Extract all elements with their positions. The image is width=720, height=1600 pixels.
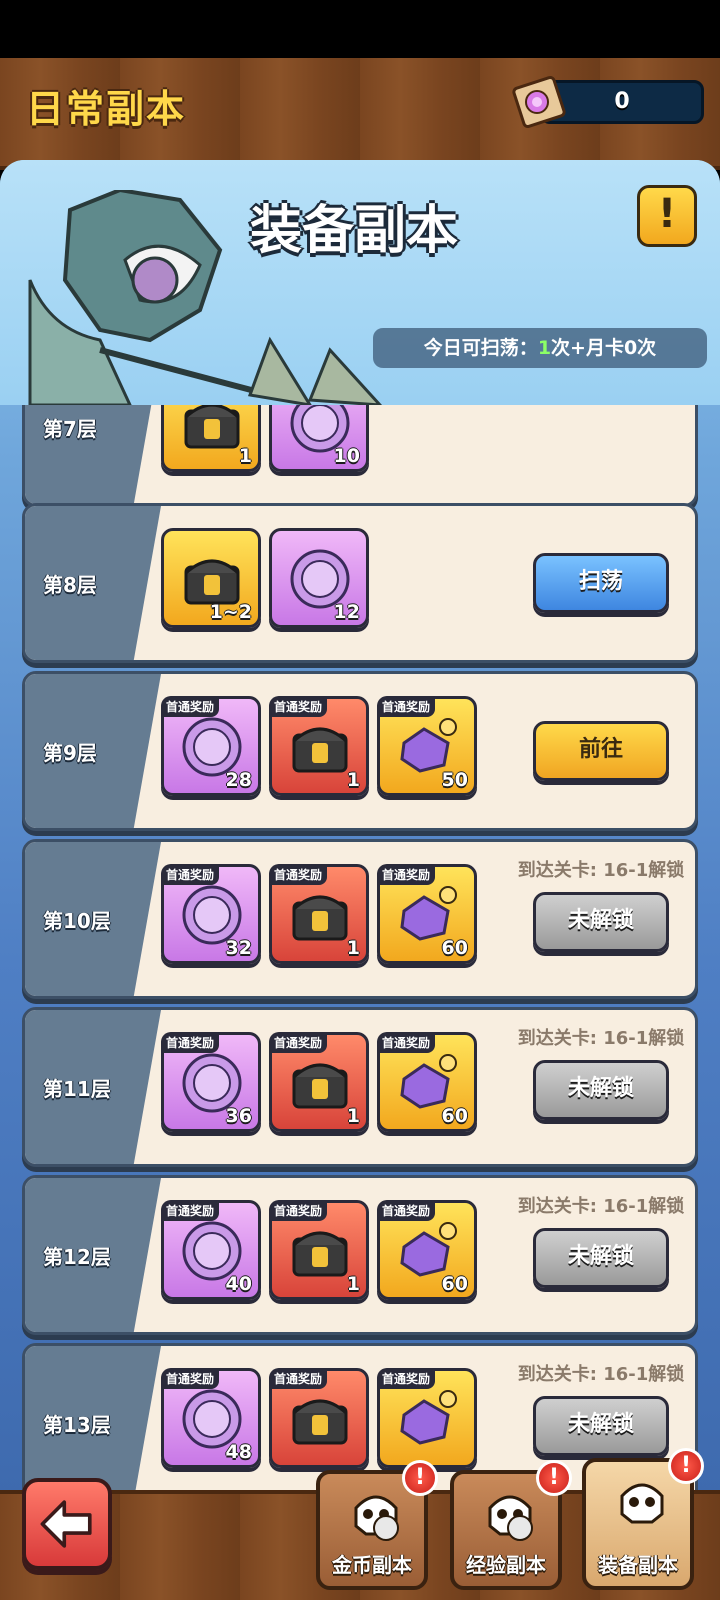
floor-row: 第12层 首通奖励 40 首通奖励 1 首通奖励 60 到达关卡: 16-1解锁未解锁: [22, 1175, 698, 1335]
reward-item[interactable]: 1~2: [161, 528, 261, 628]
status-bar: [0, 0, 720, 58]
reward-item[interactable]: 首通奖励 1: [269, 696, 369, 796]
floor-row: 第11层 首通奖励 36 首通奖励 1 首通奖励 60 到达关卡: 16-1解锁未解锁: [22, 1007, 698, 1167]
first-clear-tag: 首通奖励: [161, 1032, 220, 1053]
sweep-count: 1: [537, 337, 552, 359]
first-clear-tag: 首通奖励: [269, 696, 328, 717]
reward-count: 1: [346, 1105, 360, 1127]
page-title: 日常副本: [26, 87, 187, 131]
reward-item[interactable]: 首通奖励 40: [161, 1200, 261, 1300]
first-clear-tag: 首通奖励: [269, 864, 328, 885]
reward-count: 1~2: [209, 601, 252, 623]
floor-row: 第10层 首通奖励 32 首通奖励 1 首通奖励 60 到达关卡: 16-1解锁未解锁: [22, 839, 698, 999]
first-clear-tag: 首通奖励: [377, 864, 436, 885]
sweep-count-info: 今日可扫荡：1次+月卡0次: [373, 328, 707, 368]
reward-item[interactable]: 首通奖励 60: [377, 864, 477, 964]
reward-item[interactable]: 首通奖励 60: [377, 1200, 477, 1300]
first-clear-tag: 首通奖励: [161, 864, 220, 885]
floor-row: 第9层 首通奖励 28 首通奖励 1 首通奖励 50 前往: [22, 671, 698, 831]
sweep-button[interactable]: 扫荡: [533, 553, 669, 613]
reward-item[interactable]: 12: [269, 528, 369, 628]
unlock-requirement: 到达关卡: 16-1解锁: [517, 1028, 685, 1049]
tab-equipment-dungeon-label: 装备副本: [598, 1553, 678, 1577]
info-button[interactable]: !: [637, 185, 697, 247]
goto-button[interactable]: 前往: [533, 721, 669, 781]
unlock-requirement: 到达关卡: 16-1解锁: [517, 860, 685, 881]
floor-list[interactable]: 第7层 1 10 第8层 1~2 12 扫荡 第9层 首通奖励 28 首通奖励 1 首通奖励 50 前往 第1…: [0, 405, 720, 1500]
first-clear-tag: 首通奖励: [161, 1368, 220, 1389]
reward-item[interactable]: 首通奖励 1: [269, 864, 369, 964]
first-clear-tag: 首通奖励: [377, 696, 436, 717]
reward-count: 40: [225, 1273, 252, 1295]
alert-badge: !: [402, 1460, 438, 1496]
first-clear-tag: 首通奖励: [269, 1200, 328, 1221]
reward-item[interactable]: 首通奖励 32: [161, 864, 261, 964]
first-clear-tag: 首通奖励: [377, 1368, 436, 1389]
reward-count: 1: [346, 1273, 360, 1295]
locked-button[interactable]: 未解锁: [533, 892, 669, 952]
sweep-suffix: 次+月卡0次: [551, 337, 657, 359]
reward-count: 12: [333, 601, 360, 623]
floor-label: 第9层: [43, 740, 97, 765]
locked-button[interactable]: 未解锁: [533, 1396, 669, 1456]
tab-gold-dungeon[interactable]: 金币副本 !: [316, 1460, 438, 1590]
reward-item[interactable]: 10: [269, 405, 369, 472]
exclamation-icon: !: [657, 191, 677, 237]
reward-item[interactable]: 首通奖励: [377, 1368, 477, 1468]
reward-count: 28: [225, 769, 252, 791]
reward-count: 50: [441, 769, 468, 791]
floor-label: 第7层: [43, 416, 97, 441]
floor-row: 第8层 1~2 12 扫荡: [22, 503, 698, 663]
locked-button[interactable]: 未解锁: [533, 1060, 669, 1120]
dungeon-title: 装备副本: [250, 201, 459, 261]
scroll-icon: [510, 72, 568, 134]
sweep-prefix: 今日可扫荡：: [423, 337, 538, 359]
tab-gold-dungeon-label: 金币副本: [332, 1553, 412, 1577]
reward-count: 1: [346, 769, 360, 791]
reward-count: 48: [225, 1441, 252, 1463]
first-clear-tag: 首通奖励: [377, 1032, 436, 1053]
first-clear-tag: 首通奖励: [377, 1200, 436, 1221]
reward-count: 1: [238, 445, 252, 467]
floor-label: 第11层: [43, 1076, 111, 1101]
reward-count: 36: [225, 1105, 252, 1127]
skull-exp-icon: [488, 1495, 533, 1541]
unlock-requirement: 到达关卡: 16-1解锁: [517, 1364, 685, 1385]
reward-item[interactable]: 1: [161, 405, 261, 472]
reward-item[interactable]: 首通奖励 1: [269, 1032, 369, 1132]
reward-count: 10: [333, 445, 360, 467]
reward-count: 32: [225, 937, 252, 959]
locked-button[interactable]: 未解锁: [533, 1228, 669, 1288]
reward-count: 60: [441, 1105, 468, 1127]
reward-count: 60: [441, 937, 468, 959]
floor-label: 第13层: [43, 1412, 111, 1437]
skull-crown-icon: [354, 1495, 399, 1541]
reward-item[interactable]: 首通奖励 36: [161, 1032, 261, 1132]
reward-item[interactable]: 首通奖励 1: [269, 1200, 369, 1300]
skull-star-icon: [620, 1483, 664, 1524]
floor-row: 第7层 1 10: [22, 405, 698, 507]
first-clear-tag: 首通奖励: [161, 696, 220, 717]
floor-label: 第8层: [43, 572, 97, 597]
reward-item[interactable]: 首通奖励 60: [377, 1032, 477, 1132]
back-arrow-icon: [40, 1500, 92, 1548]
unlock-requirement: 到达关卡: 16-1解锁: [517, 1196, 685, 1217]
floor-label: 第10层: [43, 908, 111, 933]
reward-item[interactable]: 首通奖励 28: [161, 696, 261, 796]
reward-item[interactable]: 首通奖励 48: [161, 1368, 261, 1468]
back-button[interactable]: [22, 1478, 112, 1570]
reward-item[interactable]: 首通奖励 50: [377, 696, 477, 796]
floor-label: 第12层: [43, 1244, 111, 1269]
alert-badge: !: [668, 1448, 704, 1484]
tab-exp-dungeon[interactable]: 经验副本 !: [450, 1460, 572, 1590]
reward-item[interactable]: 首通奖励: [269, 1368, 369, 1468]
first-clear-tag: 首通奖励: [161, 1200, 220, 1221]
reward-count: 60: [441, 1273, 468, 1295]
first-clear-tag: 首通奖励: [269, 1032, 328, 1053]
tab-equipment-dungeon[interactable]: 装备副本 !: [582, 1448, 704, 1590]
alert-badge: !: [536, 1460, 572, 1496]
tab-exp-dungeon-label: 经验副本: [466, 1553, 546, 1577]
reward-count: 1: [346, 937, 360, 959]
first-clear-tag: 首通奖励: [269, 1368, 328, 1389]
